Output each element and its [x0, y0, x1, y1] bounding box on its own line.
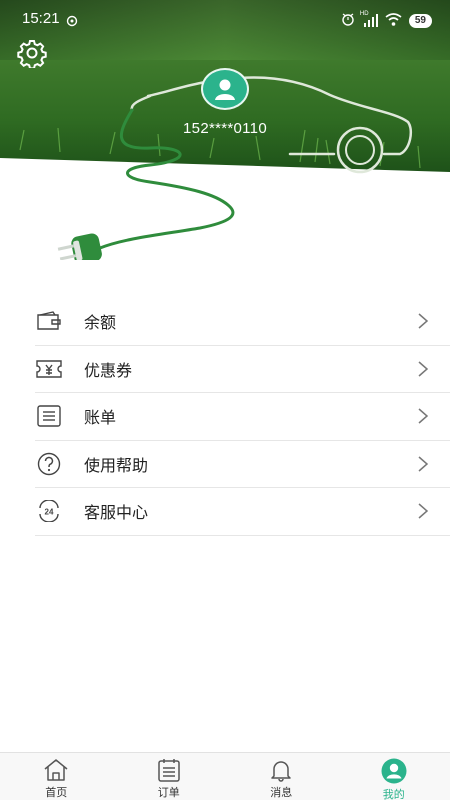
battery-indicator: 59	[408, 13, 432, 28]
gear-icon	[17, 40, 47, 70]
tab-label-orders: 订单	[157, 786, 180, 799]
tab-messages[interactable]: 消息	[225, 753, 338, 800]
user-phone: 152****0110	[183, 120, 267, 137]
help-icon	[36, 451, 62, 477]
settings-button[interactable]	[17, 38, 47, 70]
menu-label-help: 使用帮助	[84, 455, 149, 475]
chevron-right-icon	[418, 455, 429, 476]
tab-orders[interactable]: 订单	[113, 753, 226, 800]
account-menu: 余额 优惠券 账单 使用帮助 24 客服中心	[35, 298, 450, 536]
sync-icon	[66, 12, 78, 31]
signal-icon: HD	[359, 11, 378, 27]
tab-mine[interactable]: 我的	[338, 753, 450, 800]
menu-item-coupon[interactable]: 优惠券	[35, 346, 450, 393]
menu-label-service: 客服中心	[84, 503, 149, 523]
user-icon	[381, 758, 407, 784]
alarm-icon	[341, 11, 355, 30]
home-icon	[43, 758, 69, 782]
bill-icon	[36, 403, 62, 429]
tab-label-mine: 我的	[382, 788, 405, 800]
status-time: 15:21	[22, 10, 60, 27]
menu-item-service[interactable]: 24 客服中心	[35, 488, 450, 536]
chevron-right-icon	[418, 408, 429, 428]
network-type: HD	[359, 11, 369, 17]
tab-home[interactable]: 首页	[0, 753, 113, 800]
coupon-icon	[36, 356, 62, 382]
chevron-right-icon	[418, 360, 429, 381]
avatar[interactable]	[200, 68, 250, 110]
menu-item-help[interactable]: 使用帮助	[35, 441, 450, 488]
user-avatar-icon	[201, 68, 249, 110]
menu-item-bill[interactable]: 账单	[35, 393, 450, 441]
wallet-icon	[36, 308, 62, 334]
menu-label-bill: 账单	[84, 408, 117, 428]
service-24h-icon: 24	[36, 498, 62, 524]
tab-label-messages: 消息	[270, 786, 293, 799]
tab-label-home: 首页	[45, 786, 68, 799]
menu-item-balance[interactable]: 余额	[35, 298, 450, 346]
status-bar: 15:21 HD 59	[0, 0, 450, 38]
bell-icon	[269, 758, 293, 782]
menu-label-balance: 余额	[84, 313, 117, 333]
bottom-tab-bar: 首页 订单 消息 我的	[0, 752, 450, 800]
wifi-icon	[385, 11, 402, 30]
svg-text:24: 24	[45, 508, 54, 517]
chevron-right-icon	[418, 313, 429, 333]
menu-label-coupon: 优惠券	[84, 360, 133, 380]
order-icon	[157, 758, 181, 782]
chevron-right-icon	[418, 503, 429, 523]
